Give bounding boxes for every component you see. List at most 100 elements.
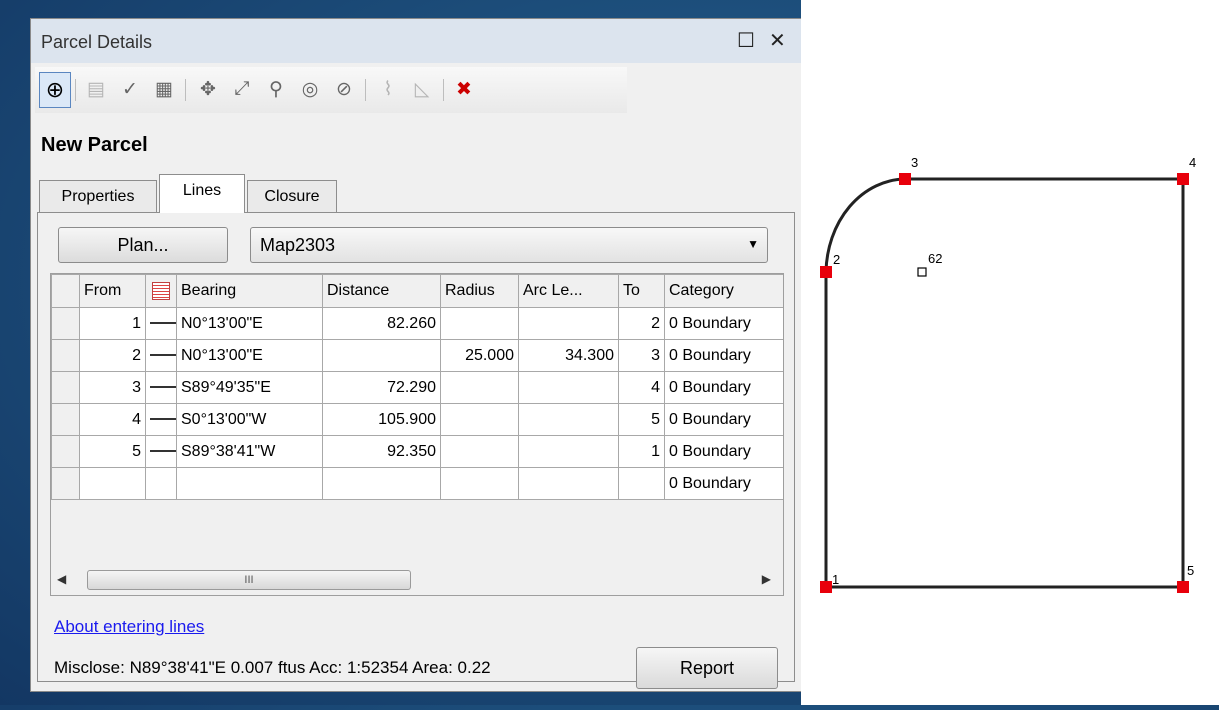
point-line-icon[interactable]: ⚲ bbox=[261, 72, 291, 106]
scroll-thumb[interactable]: III bbox=[87, 570, 411, 590]
cell-arc-length[interactable] bbox=[518, 371, 619, 404]
parcel-point-marker[interactable] bbox=[820, 581, 832, 593]
draw-line-icon[interactable]: ⤢ bbox=[227, 72, 257, 106]
cell-radius[interactable] bbox=[440, 371, 519, 404]
cell-from[interactable]: 3 bbox=[79, 371, 146, 404]
check-parcel-icon[interactable]: ✓ bbox=[115, 72, 145, 106]
cell-category[interactable]: 0 Boundary bbox=[664, 403, 783, 436]
table-row[interactable]: 5 S89°38'41"W 92.350 1 0 Boundary bbox=[51, 435, 783, 468]
cell-to[interactable]: 2 bbox=[618, 307, 665, 340]
cell-bearing[interactable]: S89°38'41"W bbox=[176, 435, 323, 468]
cell-category[interactable]: 0 Boundary bbox=[664, 307, 783, 340]
cell-to[interactable]: 3 bbox=[618, 339, 665, 372]
cell-bearing[interactable]: S0°13'00"W bbox=[176, 403, 323, 436]
cell-distance[interactable] bbox=[322, 467, 441, 500]
join-points-icon[interactable]: ✥ bbox=[193, 72, 223, 106]
cell-distance[interactable] bbox=[322, 339, 441, 372]
cell-line-type[interactable] bbox=[145, 435, 177, 468]
tab-properties[interactable]: Properties bbox=[39, 180, 157, 213]
cell-distance[interactable]: 92.350 bbox=[322, 435, 441, 468]
cell-radius[interactable] bbox=[440, 403, 519, 436]
row-header[interactable] bbox=[51, 435, 80, 468]
circle-edit-icon[interactable]: ⊘ bbox=[329, 72, 359, 106]
row-header[interactable] bbox=[51, 339, 80, 372]
column-header-to[interactable]: To bbox=[618, 274, 665, 308]
column-header-category[interactable]: Category bbox=[664, 274, 783, 308]
cell-distance[interactable]: 72.290 bbox=[322, 371, 441, 404]
compute-icon[interactable]: ⌇ bbox=[373, 72, 403, 106]
row-header[interactable] bbox=[51, 307, 80, 340]
parcel-point-marker[interactable] bbox=[1177, 173, 1189, 185]
parcel-point-marker[interactable] bbox=[899, 173, 911, 185]
parcel-grid-icon[interactable]: ▦ bbox=[149, 72, 179, 106]
cell-line-type[interactable] bbox=[145, 371, 177, 404]
table-row[interactable]: 3 S89°49'35"E 72.290 4 0 Boundary bbox=[51, 371, 783, 404]
scroll-right-icon[interactable]: ▶ bbox=[762, 572, 771, 586]
tab-closure[interactable]: Closure bbox=[247, 180, 337, 213]
cell-line-type[interactable] bbox=[145, 339, 177, 372]
cell-radius[interactable] bbox=[440, 307, 519, 340]
cell-from[interactable]: 5 bbox=[79, 435, 146, 468]
cell-arc-length[interactable] bbox=[518, 467, 619, 500]
table-row[interactable]: 4 S0°13'00"W 105.900 5 0 Boundary bbox=[51, 403, 783, 436]
column-header-bearing[interactable]: Bearing bbox=[176, 274, 323, 308]
plan-button[interactable]: Plan... bbox=[58, 227, 228, 263]
cell-category[interactable]: 0 Boundary bbox=[664, 371, 783, 404]
cell-category[interactable]: 0 Boundary bbox=[664, 339, 783, 372]
cell-line-type[interactable] bbox=[145, 467, 177, 500]
plan-dropdown[interactable]: Map2303 ▼ bbox=[250, 227, 768, 263]
maximize-icon[interactable]: ☐ bbox=[737, 28, 755, 53]
close-icon[interactable]: ✕ bbox=[769, 28, 786, 53]
cell-bearing[interactable]: S89°49'35"E bbox=[176, 371, 323, 404]
cell-arc-length[interactable] bbox=[518, 307, 619, 340]
cell-radius[interactable]: 25.000 bbox=[440, 339, 519, 372]
report-button[interactable]: Report bbox=[636, 647, 778, 689]
column-header-distance[interactable]: Distance bbox=[322, 274, 441, 308]
delete-parcel-icon[interactable]: ✖ bbox=[449, 72, 479, 106]
cell-from[interactable]: 1 bbox=[79, 307, 146, 340]
cell-to[interactable]: 4 bbox=[618, 371, 665, 404]
cell-radius[interactable] bbox=[440, 435, 519, 468]
cell-line-type[interactable] bbox=[145, 403, 177, 436]
cell-distance[interactable]: 105.900 bbox=[322, 403, 441, 436]
cell-bearing[interactable] bbox=[176, 467, 323, 500]
cell-bearing[interactable]: N0°13'00"E bbox=[176, 339, 323, 372]
row-header[interactable] bbox=[51, 371, 80, 404]
column-header-from[interactable]: From bbox=[79, 274, 146, 308]
cell-to[interactable]: 1 bbox=[618, 435, 665, 468]
cell-radius[interactable] bbox=[440, 467, 519, 500]
lines-grid[interactable]: From Bearing Distance Radius Arc Le... T… bbox=[50, 273, 784, 567]
row-header[interactable] bbox=[51, 403, 80, 436]
horizontal-scrollbar[interactable]: ◀ III ▶ bbox=[50, 565, 784, 596]
parcel-point-marker[interactable] bbox=[1177, 581, 1189, 593]
cell-to[interactable]: 5 bbox=[618, 403, 665, 436]
row-header[interactable] bbox=[51, 467, 80, 500]
cell-bearing[interactable]: N0°13'00"E bbox=[176, 307, 323, 340]
cell-distance[interactable]: 82.260 bbox=[322, 307, 441, 340]
new-parcel-icon[interactable]: ▤ bbox=[81, 72, 111, 106]
parcel-point-marker[interactable] bbox=[820, 266, 832, 278]
cell-arc-length[interactable]: 34.300 bbox=[518, 339, 619, 372]
shape-icon[interactable]: ◺ bbox=[407, 72, 437, 106]
cell-to[interactable] bbox=[618, 467, 665, 500]
table-row[interactable]: 1 N0°13'00"E 82.260 2 0 Boundary bbox=[51, 307, 783, 340]
cell-from[interactable]: 4 bbox=[79, 403, 146, 436]
cell-line-type[interactable] bbox=[145, 307, 177, 340]
parcel-map-canvas[interactable]: 1 2 3 4 5 62 bbox=[801, 0, 1219, 705]
cell-arc-length[interactable] bbox=[518, 403, 619, 436]
circle-point-icon[interactable]: ◎ bbox=[295, 72, 325, 106]
cell-category[interactable]: 0 Boundary bbox=[664, 435, 783, 468]
column-header-arc-length[interactable]: Arc Le... bbox=[518, 274, 619, 308]
cell-category[interactable]: 0 Boundary bbox=[664, 467, 783, 500]
table-row[interactable]: 2 N0°13'00"E 25.000 34.300 3 0 Boundary bbox=[51, 339, 783, 372]
tab-lines[interactable]: Lines bbox=[159, 174, 245, 213]
column-header-linetype[interactable] bbox=[145, 274, 177, 308]
cell-from[interactable] bbox=[79, 467, 146, 500]
column-header-radius[interactable]: Radius bbox=[440, 274, 519, 308]
table-row[interactable]: 0 Boundary bbox=[51, 467, 783, 500]
crosshair-icon[interactable]: ⊕ bbox=[39, 72, 71, 108]
cell-from[interactable]: 2 bbox=[79, 339, 146, 372]
scroll-left-icon[interactable]: ◀ bbox=[57, 572, 66, 586]
about-entering-lines-link[interactable]: About entering lines bbox=[54, 617, 204, 637]
cell-arc-length[interactable] bbox=[518, 435, 619, 468]
